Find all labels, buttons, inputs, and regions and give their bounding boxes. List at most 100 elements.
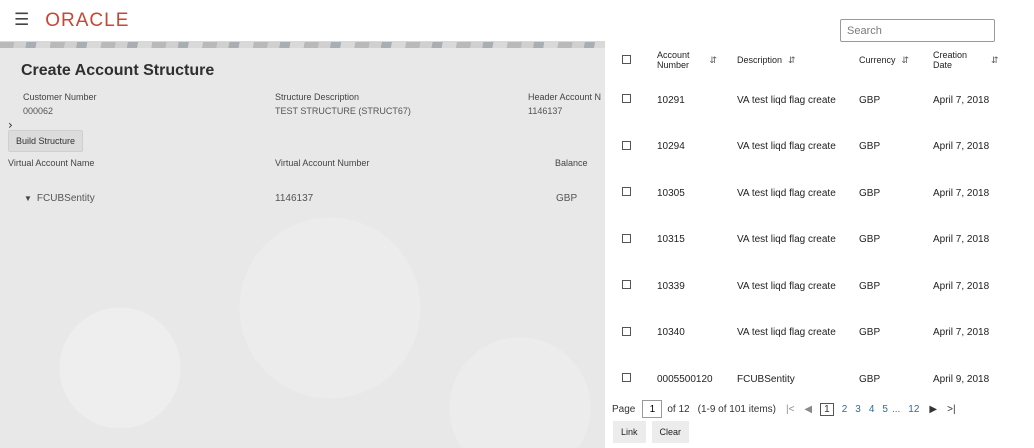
account-number-cell: 10315 bbox=[657, 234, 685, 246]
page-title: Create Account Structure bbox=[21, 62, 215, 79]
row-checkbox[interactable] bbox=[622, 94, 631, 104]
customer-number-label: Customer Number bbox=[23, 92, 97, 102]
build-structure-button[interactable]: Build Structure bbox=[8, 130, 84, 152]
page-link-last[interactable]: 12 bbox=[908, 404, 919, 415]
customer-number-field: Customer Number 000062 bbox=[23, 92, 97, 116]
header-account-line1: Account bbox=[657, 50, 690, 60]
table-row[interactable]: 10294 VA test liqd flag create GBP April 7,… bbox=[605, 124, 1034, 171]
top-bar: ☰ ORACLE bbox=[0, 0, 605, 42]
page-link[interactable]: 4 bbox=[869, 404, 875, 415]
currency-cell: GBP bbox=[859, 234, 881, 246]
virtual-account-number: 1146137 bbox=[275, 193, 314, 204]
currency-cell: GBP bbox=[859, 94, 881, 106]
table-row[interactable]: 10339 VA test liqd flag create GBP April 7,… bbox=[605, 263, 1034, 310]
row-checkbox-cell bbox=[605, 310, 643, 357]
table-row[interactable]: 10305 VA test liqd flag create GBP April 7,… bbox=[605, 170, 1034, 217]
page-number-input[interactable] bbox=[642, 400, 663, 418]
account-number-cell: 10294 bbox=[657, 141, 685, 153]
sort-icon[interactable]: ⇵ bbox=[788, 55, 796, 65]
description-cell: VA test liqd flag create bbox=[737, 187, 836, 199]
table-row[interactable]: 0005500120 FCUBSentity GBP April 9, 2018 bbox=[605, 356, 1034, 403]
accounts-table: Account Number ⇵ Description ⇵ Currency ⇵ Cr… bbox=[605, 43, 1034, 403]
account-number-cell: 10291 bbox=[657, 94, 685, 106]
panel-actions: Link Clear bbox=[613, 421, 690, 443]
virtual-account-balance: GBP bbox=[556, 193, 578, 204]
currency-cell: GBP bbox=[859, 280, 881, 292]
table-row[interactable]: 10315 VA test liqd flag create GBP April 7,… bbox=[605, 217, 1034, 264]
header-account-value: 1146137 bbox=[528, 106, 563, 116]
header-currency-label: Currency bbox=[859, 55, 896, 65]
account-number-cell: 10339 bbox=[657, 280, 685, 292]
last-page-icon[interactable]: >| bbox=[947, 404, 955, 415]
page-link[interactable]: 2 bbox=[842, 404, 848, 415]
main-application-area: ☰ ORACLE Create Account Structure › Cust… bbox=[0, 0, 605, 448]
header-account-line2: Number bbox=[657, 60, 690, 70]
sort-icon[interactable]: ⇵ bbox=[710, 55, 718, 65]
search-input[interactable] bbox=[840, 19, 995, 42]
currency-cell: GBP bbox=[859, 187, 881, 199]
row-checkbox-cell bbox=[605, 263, 643, 310]
page-link[interactable]: 3 bbox=[855, 404, 861, 415]
row-checkbox[interactable] bbox=[622, 233, 631, 243]
row-checkbox-cell bbox=[605, 217, 643, 264]
account-number-cell: 10340 bbox=[657, 327, 685, 339]
row-checkbox[interactable] bbox=[622, 373, 631, 383]
page-link-current[interactable]: 1 bbox=[820, 402, 834, 416]
expand-triangle-icon[interactable]: ▼ bbox=[24, 194, 32, 203]
account-number-cell: 10305 bbox=[657, 187, 685, 199]
row-checkbox[interactable] bbox=[622, 280, 631, 290]
select-all-cell bbox=[605, 43, 643, 77]
link-button[interactable]: Link bbox=[613, 421, 646, 443]
grid-header-virtual-account-number: Virtual Account Number bbox=[275, 158, 370, 168]
page-of-text: of 12 bbox=[667, 403, 690, 415]
previous-page-icon[interactable]: ◀ bbox=[804, 404, 812, 415]
header-account-number[interactable]: Account Number ⇵ bbox=[643, 43, 737, 77]
row-checkbox-cell bbox=[605, 356, 643, 403]
row-checkbox-cell bbox=[605, 77, 643, 124]
sort-icon[interactable]: ⇵ bbox=[991, 55, 999, 65]
next-page-icon[interactable]: ▶ bbox=[929, 404, 937, 415]
header-currency[interactable]: Currency ⇵ bbox=[859, 43, 933, 77]
table-row[interactable]: 10291 VA test liqd flag create GBP April 7,… bbox=[605, 77, 1034, 124]
header-description-label: Description bbox=[737, 55, 783, 65]
grid-header-balance: Balance bbox=[555, 158, 588, 168]
grid-header-virtual-account-name: Virtual Account Name bbox=[8, 158, 95, 168]
clear-button[interactable]: Clear bbox=[651, 421, 690, 443]
page-label: Page bbox=[612, 403, 636, 415]
creation-date-cell: April 7, 2018 bbox=[933, 327, 990, 339]
creation-date-cell: April 7, 2018 bbox=[933, 187, 990, 199]
row-checkbox[interactable] bbox=[622, 140, 631, 150]
first-page-icon[interactable]: |< bbox=[786, 404, 794, 415]
description-cell: VA test liqd flag create bbox=[737, 94, 836, 106]
hamburger-menu-icon[interactable]: ☰ bbox=[14, 12, 29, 29]
table-row[interactable]: 10340 VA test liqd flag create GBP April 7,… bbox=[605, 310, 1034, 357]
row-checkbox-cell bbox=[605, 170, 643, 217]
header-account-field: Header Account N 1146137 bbox=[528, 92, 605, 116]
structure-description-field: Structure Description TEST STRUCTURE (ST… bbox=[275, 92, 411, 116]
row-checkbox[interactable] bbox=[622, 326, 631, 336]
row-checkbox-cell bbox=[605, 124, 643, 171]
page-link[interactable]: 5 bbox=[882, 404, 888, 415]
structure-description-label: Structure Description bbox=[275, 92, 360, 102]
items-range-text: (1-9 of 101 items) bbox=[697, 403, 776, 415]
creation-date-cell: April 7, 2018 bbox=[933, 234, 990, 246]
sort-icon[interactable]: ⇵ bbox=[902, 55, 910, 65]
table-header-row: Account Number ⇵ Description ⇵ Currency ⇵ Cr… bbox=[605, 43, 1034, 77]
creation-date-cell: April 7, 2018 bbox=[933, 280, 990, 292]
header-description[interactable]: Description ⇵ bbox=[737, 43, 859, 77]
creation-date-cell: April 7, 2018 bbox=[933, 94, 990, 106]
page-ellipsis: ... bbox=[891, 403, 901, 415]
description-cell: VA test liqd flag create bbox=[737, 141, 836, 153]
currency-cell: GBP bbox=[859, 373, 881, 385]
row-checkbox[interactable] bbox=[622, 187, 631, 197]
header-creation-date[interactable]: Creation Date ⇵ bbox=[933, 43, 1034, 77]
creation-date-cell: April 7, 2018 bbox=[933, 141, 990, 153]
description-cell: FCUBSentity bbox=[737, 373, 795, 385]
tree-row-name[interactable]: ▼ FCUBSentity bbox=[24, 193, 95, 204]
currency-cell: GBP bbox=[859, 327, 881, 339]
header-creation-line1: Creation bbox=[933, 50, 968, 60]
select-all-checkbox[interactable] bbox=[622, 54, 631, 64]
virtual-account-name: FCUBSentity bbox=[36, 193, 95, 204]
oracle-logo: ORACLE bbox=[45, 9, 130, 31]
header-creation-line2: Date bbox=[933, 60, 953, 70]
